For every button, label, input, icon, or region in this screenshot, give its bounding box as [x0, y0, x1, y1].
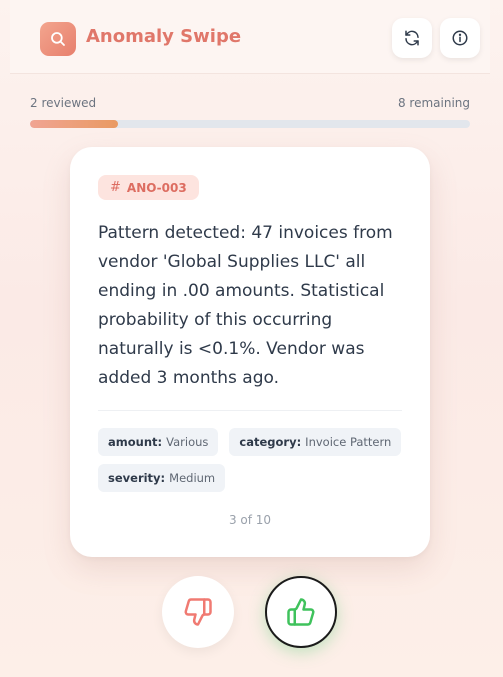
search-icon: [51, 32, 65, 46]
tag-value: Various: [166, 435, 209, 449]
refresh-icon: [405, 30, 419, 46]
refresh-button[interactable]: [392, 18, 432, 58]
tag-value: Medium: [169, 471, 216, 485]
anomaly-card[interactable]: # ANO-003 Pattern detected: 47 invoices …: [70, 147, 430, 557]
info-icon: [452, 30, 468, 46]
tag-key: severity:: [108, 471, 166, 485]
tag-list: amount: Various category: Invoice Patter…: [98, 428, 408, 492]
thumbs-up-icon: [287, 598, 315, 626]
reviewed-count: 2 reviewed: [30, 96, 97, 110]
progress-bar-fill: [30, 120, 118, 128]
tag-key: amount:: [108, 435, 163, 449]
app-title: Anomaly Swipe: [86, 26, 242, 47]
like-button[interactable]: [265, 576, 337, 648]
tag-key: category:: [239, 435, 302, 449]
card-divider: [98, 410, 402, 411]
tag-severity: severity: Medium: [98, 464, 226, 492]
anomaly-id: ANO-003: [126, 180, 187, 195]
card-counter: 3 of 10: [228, 513, 272, 527]
anomaly-id-badge: # ANO-003: [98, 175, 199, 200]
thumbs-down-icon: [184, 598, 212, 626]
app-header: Anomaly Swipe: [10, 0, 490, 74]
hash-icon: #: [110, 180, 121, 195]
tag-value: Invoice Pattern: [305, 435, 392, 449]
tag-category: category: Invoice Pattern: [229, 428, 402, 456]
progress-bar: [30, 120, 470, 128]
dislike-button[interactable]: [162, 576, 234, 648]
remaining-count: 8 remaining: [397, 96, 470, 110]
app-logo: [40, 22, 76, 56]
info-button[interactable]: [440, 18, 480, 58]
anomaly-description: Pattern detected: 47 invoices from vendo…: [98, 223, 393, 388]
tag-amount: amount: Various: [98, 428, 219, 456]
